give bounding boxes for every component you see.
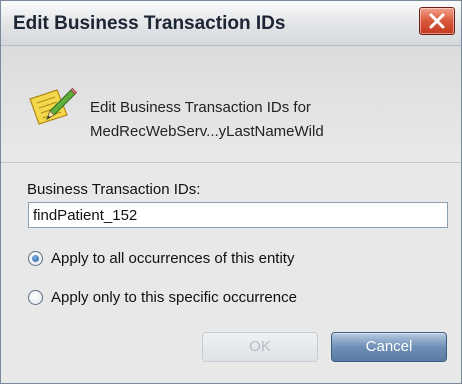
radio-button-selected[interactable] [28,250,43,266]
edit-transaction-ids-dialog: Edit Business Transaction IDs Edit Busin… [0,0,462,384]
radio-apply-specific[interactable]: Apply only to this specific occurrence [28,287,297,307]
close-button[interactable] [419,7,455,35]
radio-apply-specific-label: Apply only to this specific occurrence [51,288,297,306]
close-icon [429,13,445,29]
dialog-title: Edit Business Transaction IDs [13,13,286,34]
ok-button[interactable]: OK [202,332,318,362]
radio-button-unselected[interactable] [28,289,43,305]
transaction-ids-label: Business Transaction IDs: [27,181,201,198]
radio-apply-all-label: Apply to all occurrences of this entity [51,249,295,267]
info-panel: Edit Business Transaction IDs for MedRec… [1,46,461,163]
radio-apply-all[interactable]: Apply to all occurrences of this entity [28,248,294,268]
cancel-button[interactable]: Cancel [331,332,447,362]
info-line-2: MedRecWebServ...yLastNameWild [90,123,324,140]
info-description: Edit Business Transaction IDs for MedRec… [90,96,324,144]
transaction-ids-input[interactable] [28,202,448,228]
title-bar[interactable]: Edit Business Transaction IDs [1,1,461,46]
info-line-1: Edit Business Transaction IDs for [90,99,311,116]
edit-pencil-icon [29,87,77,125]
